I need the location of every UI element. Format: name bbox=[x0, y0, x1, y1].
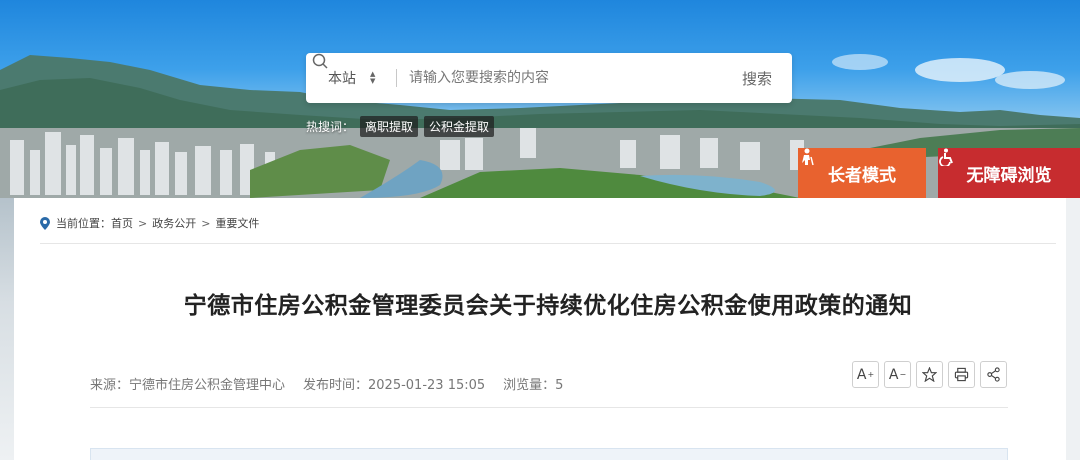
font-increase-button[interactable]: A + bbox=[852, 361, 879, 388]
article-view-count: 浏览量：5 bbox=[503, 378, 564, 393]
font-increase-sup: + bbox=[867, 370, 875, 379]
elder-person-icon bbox=[802, 148, 814, 166]
article-source: 来源：宁德市住房公积金管理中心 bbox=[90, 378, 286, 393]
accessible-mode-button[interactable]: 无障碍浏览 bbox=[938, 148, 1080, 198]
header-banner: 本站 ▲▼ 搜索 热搜词： 离职提取 公积金提取 长者模式 bbox=[0, 0, 1080, 198]
hot-tag-fund-withdrawal[interactable]: 公积金提取 bbox=[424, 116, 495, 137]
hot-search-label: 热搜词： bbox=[306, 120, 355, 134]
left-edge-decoration bbox=[0, 198, 14, 460]
hot-tag-resignation-withdrawal[interactable]: 离职提取 bbox=[360, 116, 419, 137]
breadcrumb-home[interactable]: 首页 bbox=[111, 215, 133, 231]
search-button-label: 搜索 bbox=[741, 69, 772, 88]
sort-arrows-icon: ▲ ▼ bbox=[370, 70, 376, 85]
font-decrease-button[interactable]: A − bbox=[884, 361, 911, 388]
breadcrumb-divider bbox=[40, 243, 1056, 244]
breadcrumb-label: 当前位置： bbox=[56, 217, 111, 230]
article-tools: A + A − bbox=[852, 361, 1012, 388]
star-icon bbox=[922, 367, 937, 382]
breadcrumb-separator: > bbox=[201, 216, 211, 230]
breadcrumb-government-affairs[interactable]: 政务公开 bbox=[152, 215, 196, 231]
meta-divider bbox=[90, 407, 1008, 408]
search-icon bbox=[312, 53, 328, 69]
share-icon bbox=[987, 367, 1000, 382]
article-title: 宁德市住房公积金管理委员会关于持续优化住房公积金使用政策的通知 bbox=[183, 293, 913, 319]
font-decrease-sup: − bbox=[899, 370, 907, 379]
breadcrumb-important-documents[interactable]: 重要文件 bbox=[215, 215, 259, 231]
location-pin-icon bbox=[40, 216, 50, 230]
font-increase-icon: A bbox=[856, 366, 867, 383]
hot-search-words: 热搜词： 离职提取 公积金提取 bbox=[306, 116, 500, 137]
share-button[interactable] bbox=[980, 361, 1007, 388]
font-decrease-icon: A bbox=[888, 366, 899, 383]
article-content-box bbox=[90, 448, 1008, 460]
breadcrumb: 当前位置： 首页 > 政务公开 > 重要文件 bbox=[40, 215, 259, 231]
search-input[interactable] bbox=[397, 53, 742, 103]
search-button[interactable]: 搜索 bbox=[312, 53, 792, 89]
article-meta: 来源：宁德市住房公积金管理中心 发布时间：2025-01-23 15:05 浏览… bbox=[90, 374, 581, 393]
right-edge-decoration bbox=[1066, 198, 1080, 460]
article-publish-time: 发布时间：2025-01-23 15:05 bbox=[303, 378, 486, 393]
wheelchair-icon bbox=[939, 148, 953, 166]
favorite-button[interactable] bbox=[916, 361, 943, 388]
elder-mode-label: 长者模式 bbox=[828, 165, 896, 186]
elder-mode-button[interactable]: 长者模式 bbox=[798, 148, 926, 198]
print-icon bbox=[954, 367, 969, 382]
breadcrumb-separator: > bbox=[138, 216, 148, 230]
print-button[interactable] bbox=[948, 361, 975, 388]
search-box: 本站 ▲▼ 搜索 bbox=[306, 53, 792, 103]
search-scope-label: 本站 bbox=[328, 71, 356, 87]
accessible-mode-label: 无障碍浏览 bbox=[966, 165, 1052, 186]
